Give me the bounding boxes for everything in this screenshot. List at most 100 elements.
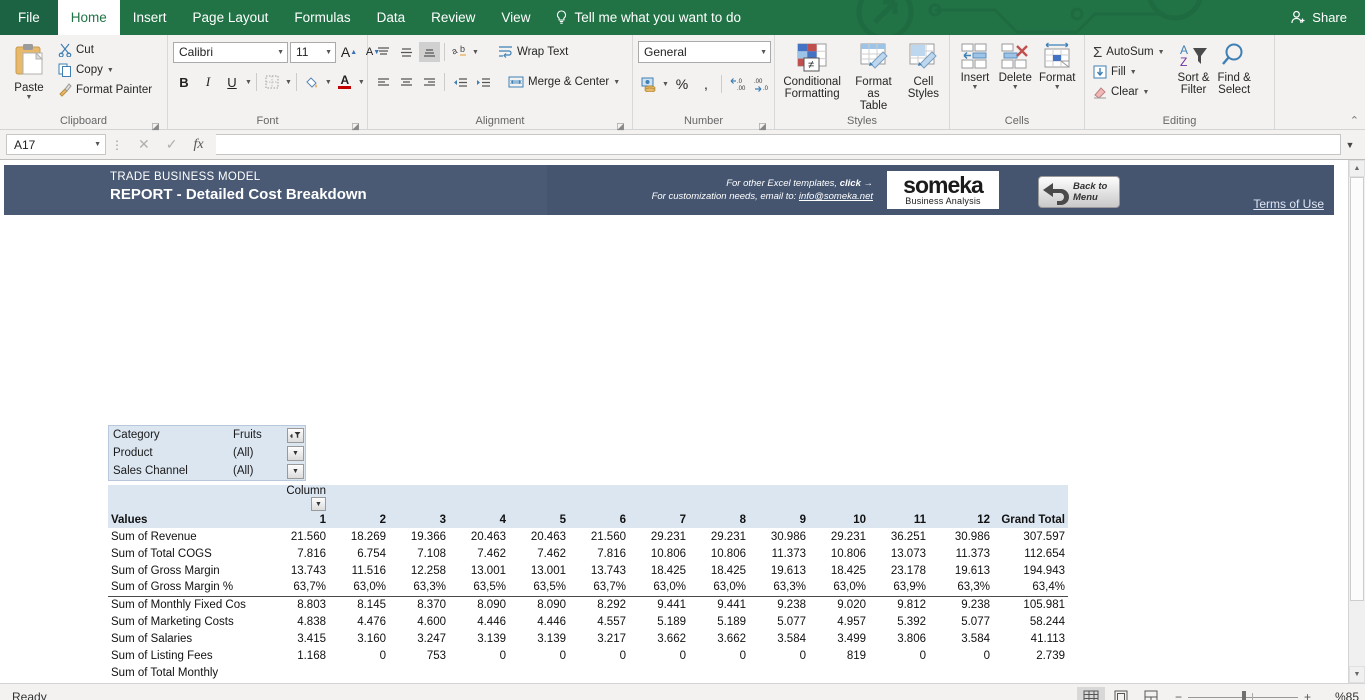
- filter-dropdown-product[interactable]: ▼: [287, 445, 304, 461]
- font-color-button[interactable]: A: [334, 72, 356, 93]
- borders-caret-icon[interactable]: ▼: [285, 79, 292, 86]
- format-cells-button[interactable]: Format ▼: [1035, 40, 1079, 93]
- vertical-scroll-track[interactable]: [1349, 177, 1365, 666]
- font-color-caret-icon[interactable]: ▼: [358, 79, 365, 86]
- format-painter-button[interactable]: Format Painter: [55, 80, 155, 100]
- bold-button[interactable]: B: [173, 72, 195, 93]
- number-format-combo[interactable]: General ▼: [638, 41, 771, 63]
- increase-font-size-button[interactable]: A ▲: [338, 42, 360, 63]
- paste-caret-icon[interactable]: ▼: [26, 94, 33, 101]
- conditional-formatting-button[interactable]: ≠ Conditional Formatting: [780, 40, 844, 102]
- align-right-button[interactable]: [419, 72, 440, 92]
- promo-click-link[interactable]: click: [840, 178, 861, 189]
- zoom-level[interactable]: %85: [1321, 690, 1359, 700]
- underline-caret-icon[interactable]: ▼: [245, 79, 252, 86]
- zoom-thumb[interactable]: [1241, 690, 1246, 700]
- insert-cells-button[interactable]: Insert ▼: [955, 40, 995, 93]
- fill-color-button[interactable]: [301, 72, 323, 93]
- increase-indent-button[interactable]: [472, 72, 493, 92]
- format-as-table-button[interactable]: Format as Table: [844, 40, 903, 114]
- find-select-button[interactable]: Find & Select: [1214, 40, 1255, 98]
- promo-email-link[interactable]: info@someka.net: [799, 191, 873, 202]
- number-dialog-launcher[interactable]: ◪: [758, 119, 767, 131]
- tab-view[interactable]: View: [488, 0, 543, 35]
- zoom-in-button[interactable]: +: [1304, 690, 1311, 700]
- clear-caret-icon[interactable]: ▼: [1142, 89, 1149, 96]
- wrap-text-button[interactable]: Wrap Text: [495, 42, 571, 62]
- cut-button[interactable]: Cut: [55, 40, 155, 60]
- zoom-slider[interactable]: − +: [1175, 690, 1311, 700]
- sort-filter-button[interactable]: A Z Sort & Filter: [1174, 40, 1214, 98]
- comma-style-button[interactable]: ,: [695, 74, 717, 95]
- align-middle-button[interactable]: [396, 42, 417, 62]
- formula-input[interactable]: [215, 134, 1341, 155]
- percent-style-button[interactable]: %: [671, 74, 693, 95]
- expand-formula-bar-button[interactable]: ▼: [1341, 140, 1359, 150]
- insert-function-icon[interactable]: fx: [193, 137, 203, 153]
- align-bottom-button[interactable]: [419, 42, 440, 62]
- font-family-combo[interactable]: Calibri ▼: [173, 41, 288, 63]
- cell-styles-button[interactable]: Cell Styles: [903, 40, 944, 102]
- merge-center-caret-icon[interactable]: ▼: [613, 79, 620, 86]
- page-layout-view-button[interactable]: [1107, 687, 1135, 700]
- cancel-formula-icon[interactable]: ✕: [138, 136, 150, 153]
- collapse-ribbon-button[interactable]: ⌃: [1350, 114, 1359, 127]
- filter-dropdown-category[interactable]: [287, 427, 304, 443]
- delete-cells-button[interactable]: Delete ▼: [995, 40, 1035, 93]
- enter-formula-icon[interactable]: ✓: [166, 136, 178, 153]
- scroll-down-button[interactable]: ▼: [1349, 666, 1365, 683]
- font-size-combo[interactable]: 11 ▼: [290, 41, 336, 63]
- copy-button[interactable]: Copy ▼: [55, 60, 155, 80]
- name-box[interactable]: A17 ▼: [6, 134, 106, 155]
- accounting-caret-icon[interactable]: ▼: [662, 81, 669, 88]
- underline-button[interactable]: U: [221, 72, 243, 93]
- tab-page-layout[interactable]: Page Layout: [180, 0, 282, 35]
- tab-insert[interactable]: Insert: [120, 0, 180, 35]
- tab-data[interactable]: Data: [364, 0, 419, 35]
- italic-button[interactable]: I: [197, 72, 219, 93]
- align-top-button[interactable]: [373, 42, 394, 62]
- back-to-menu-button[interactable]: Back to Menu: [1038, 176, 1120, 208]
- vertical-scroll-thumb[interactable]: [1350, 177, 1364, 601]
- fill-color-caret-icon[interactable]: ▼: [325, 79, 332, 86]
- tab-review[interactable]: Review: [418, 0, 488, 35]
- copy-caret-icon[interactable]: ▼: [107, 67, 114, 74]
- autosum-button[interactable]: Σ AutoSum ▼: [1090, 42, 1168, 62]
- merge-center-button[interactable]: Merge & Center ▼: [505, 72, 623, 92]
- vertical-scrollbar[interactable]: ▲ ▼: [1348, 160, 1365, 683]
- page-break-preview-button[interactable]: [1137, 687, 1165, 700]
- terms-of-use-link[interactable]: Terms of Use: [1253, 197, 1324, 211]
- scroll-up-button[interactable]: ▲: [1349, 160, 1365, 177]
- decrease-indent-button[interactable]: [449, 72, 470, 92]
- align-left-button[interactable]: [373, 72, 394, 92]
- format-cells-caret-icon[interactable]: ▼: [1054, 84, 1061, 91]
- font-size-caret-icon[interactable]: ▼: [325, 49, 332, 56]
- share-button[interactable]: Share: [1279, 4, 1359, 31]
- insert-cells-caret-icon[interactable]: ▼: [972, 84, 979, 91]
- font-dialog-launcher[interactable]: ◪: [351, 119, 360, 131]
- orientation-button[interactable]: ab: [449, 42, 470, 62]
- clear-button[interactable]: Clear ▼: [1090, 82, 1168, 102]
- autosum-caret-icon[interactable]: ▼: [1158, 49, 1165, 56]
- font-family-caret-icon[interactable]: ▼: [277, 49, 284, 56]
- orientation-caret-icon[interactable]: ▼: [472, 49, 479, 56]
- name-box-caret-icon[interactable]: ▼: [94, 141, 101, 148]
- pivot-column-field-cell[interactable]: Column ▼: [272, 485, 332, 511]
- decrease-decimal-button[interactable]: .00 .0: [752, 74, 776, 95]
- tell-me-search[interactable]: Tell me what you want to do: [543, 0, 753, 35]
- filter-dropdown-sales-channel[interactable]: ▼: [287, 463, 304, 479]
- tab-file[interactable]: File: [0, 0, 58, 35]
- accounting-format-button[interactable]: [638, 74, 660, 95]
- normal-view-button[interactable]: [1076, 687, 1105, 700]
- zoom-out-button[interactable]: −: [1175, 690, 1182, 700]
- fill-button[interactable]: Fill ▼: [1090, 62, 1168, 82]
- clipboard-dialog-launcher[interactable]: ◪: [151, 119, 160, 131]
- paste-button[interactable]: Paste ▼: [5, 40, 53, 103]
- fill-caret-icon[interactable]: ▼: [1130, 69, 1137, 76]
- number-format-caret-icon[interactable]: ▼: [760, 49, 767, 56]
- delete-cells-caret-icon[interactable]: ▼: [1012, 84, 1019, 91]
- borders-button[interactable]: [261, 72, 283, 93]
- tab-formulas[interactable]: Formulas: [281, 0, 363, 35]
- pivot-table[interactable]: Column ▼ Values 1 2 3 4 5 6 7 8 9 10 11 …: [108, 485, 1068, 683]
- alignment-dialog-launcher[interactable]: ◪: [616, 119, 625, 131]
